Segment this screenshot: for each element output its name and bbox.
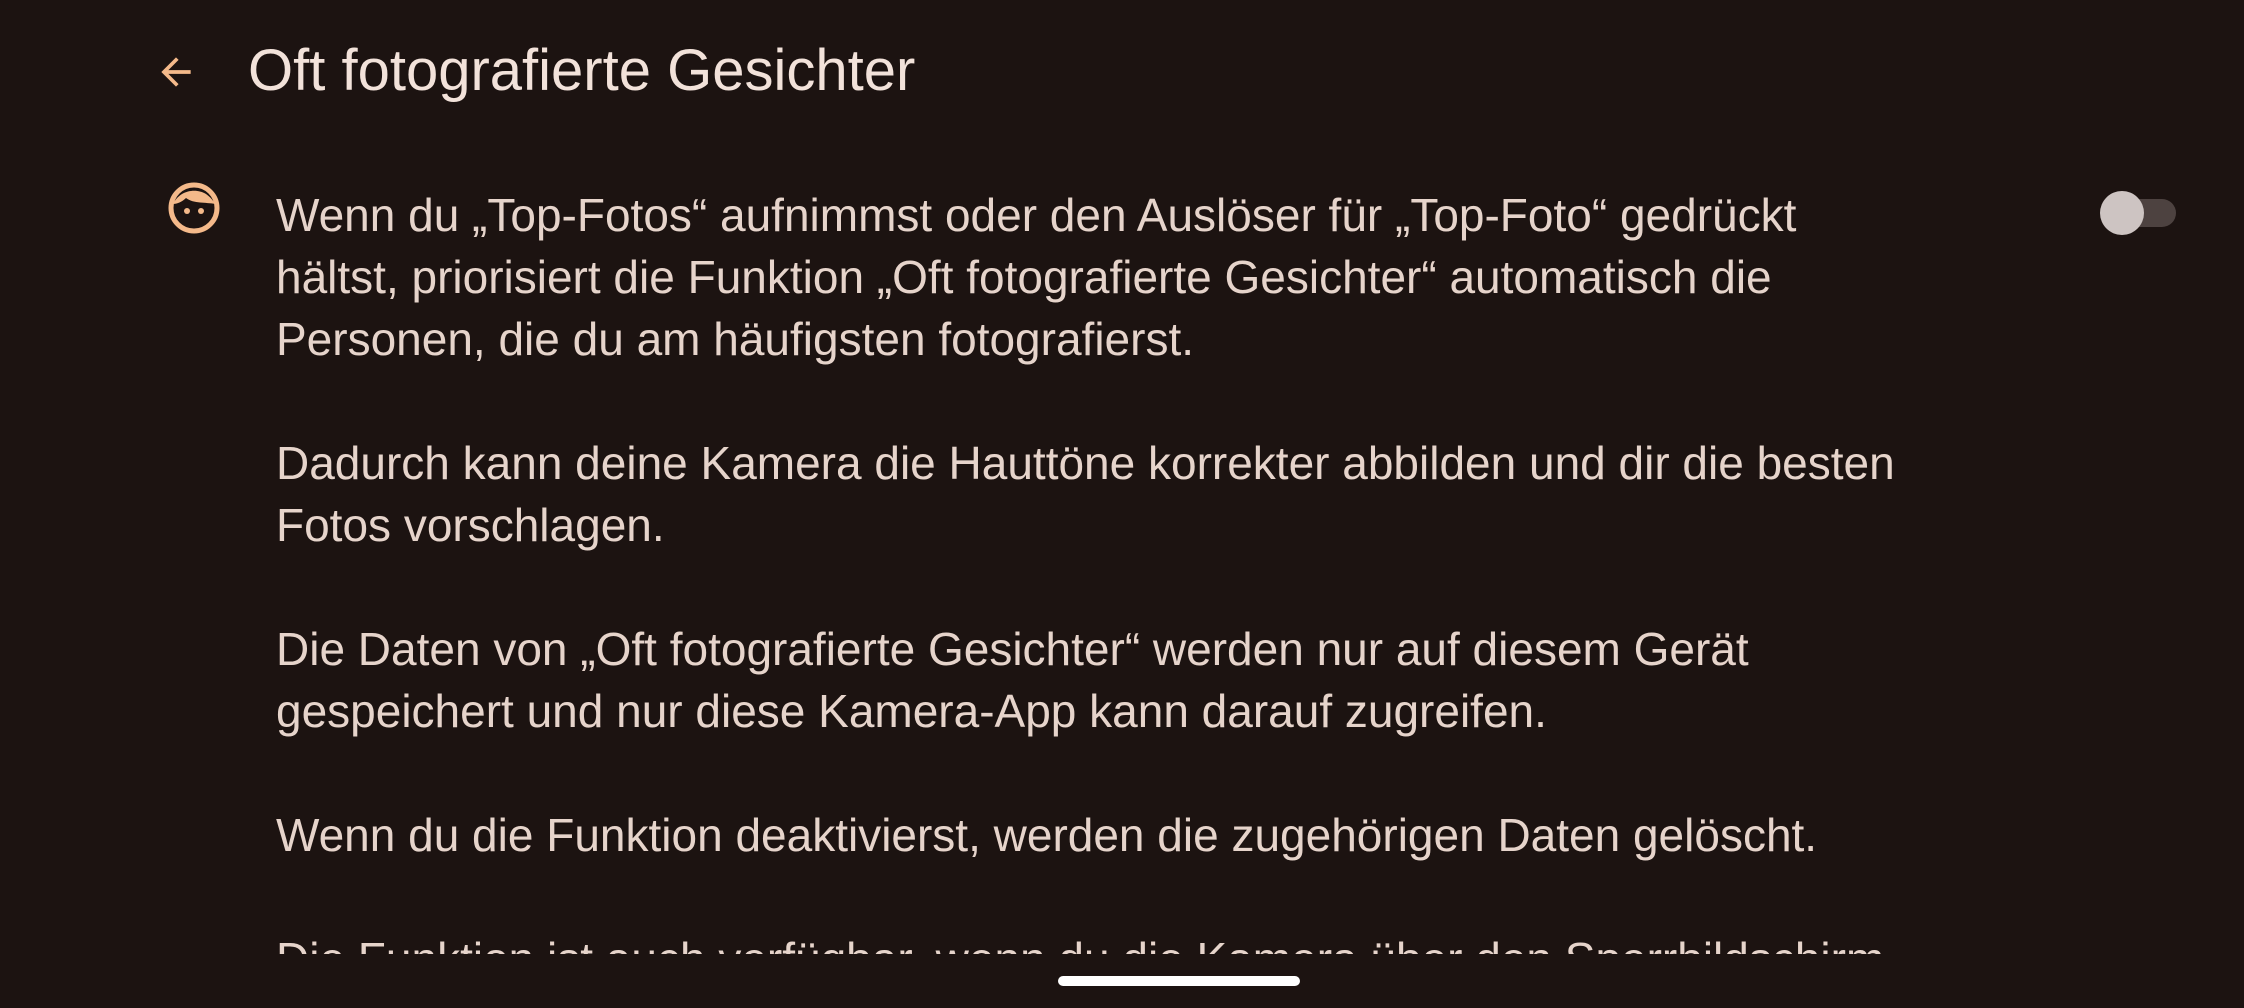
description-paragraph: Wenn du „Top-Fotos“ aufnimmst oder den A…	[276, 189, 1797, 365]
settings-content: Wenn du „Top-Fotos“ aufnimmst oder den A…	[0, 0, 2244, 954]
feature-toggle[interactable]	[2100, 191, 2176, 235]
description-paragraph: Wenn du die Funktion deaktivierst, werde…	[276, 809, 1818, 861]
feature-description: Wenn du „Top-Fotos“ aufnimmst oder den A…	[276, 184, 2076, 954]
toggle-thumb	[2100, 191, 2144, 235]
description-paragraph: Die Funktion ist auch verfügbar, wenn du…	[276, 928, 2076, 954]
description-paragraph: Die Daten von „Oft fotografierte Gesicht…	[276, 623, 1749, 737]
gesture-navigation-handle[interactable]	[1058, 976, 1300, 986]
description-paragraph: Dadurch kann deine Kamera die Hauttöne k…	[276, 437, 1895, 551]
face-icon	[168, 182, 220, 234]
